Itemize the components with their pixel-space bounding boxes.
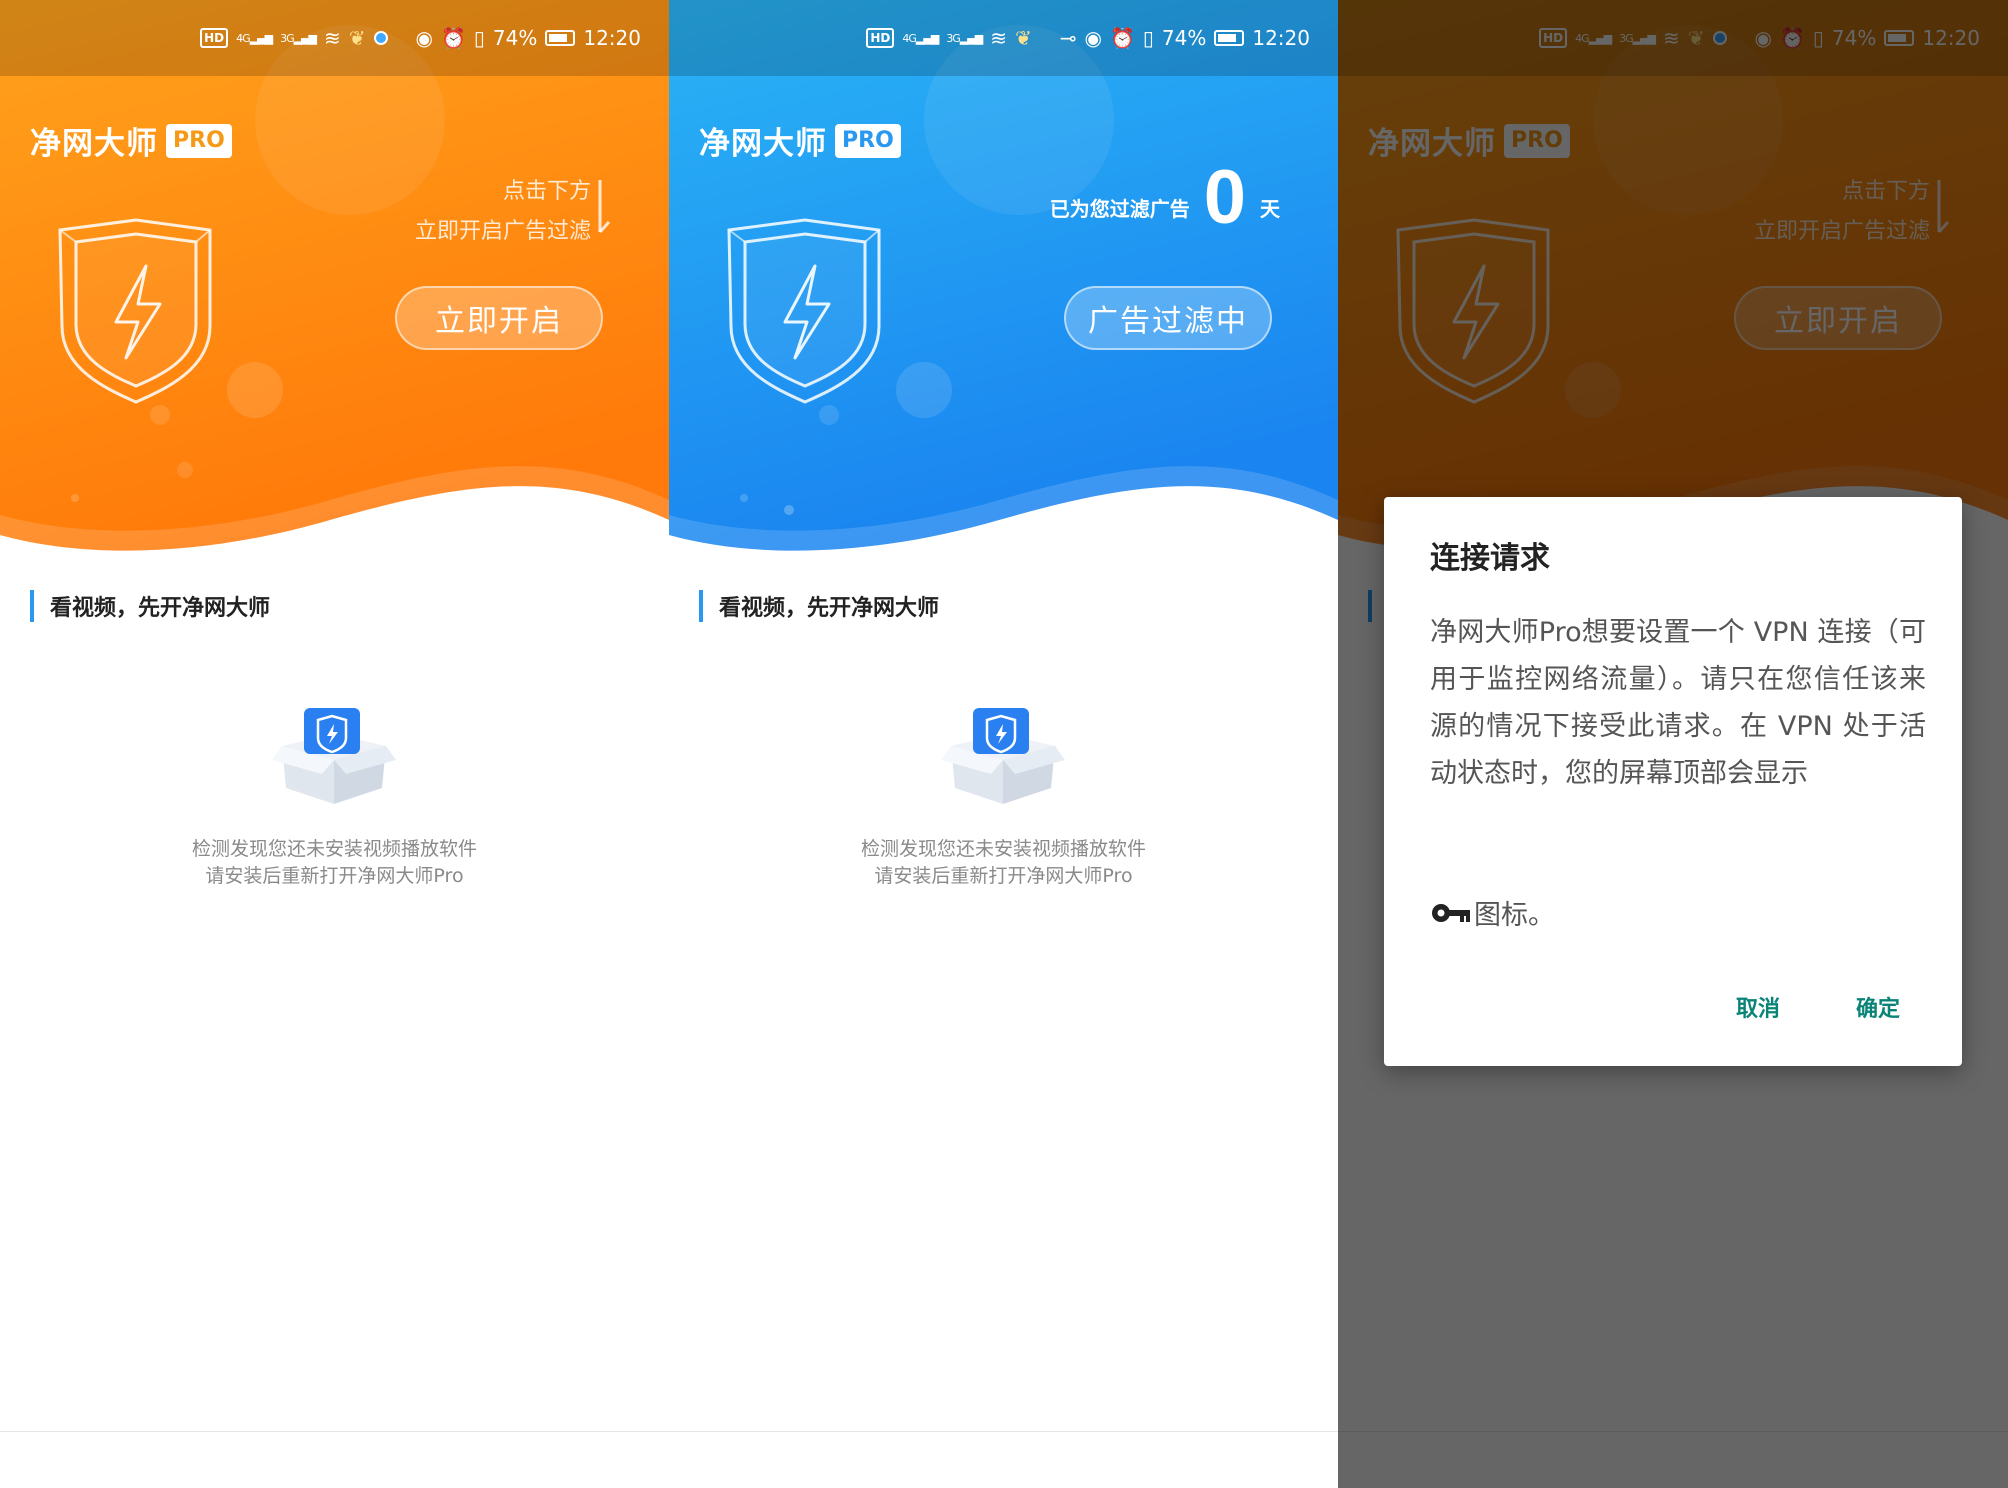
shield-bolt-icon bbox=[58, 218, 212, 404]
box-icon bbox=[941, 708, 1065, 804]
filtered-label: 已为您过滤广告 bbox=[1049, 197, 1190, 221]
clock: 12:20 bbox=[583, 26, 641, 50]
vpn-connection-dialog: 连接请求 净网大师Pro想要设置一个 VPN 连接（可用于监控网络流量）。请只在… bbox=[1384, 497, 1962, 1066]
section-header: 看视频，先开净网大师 bbox=[699, 590, 939, 622]
alarm-icon: ⏰ bbox=[1109, 26, 1135, 50]
empty-line-1: 检测发现您还未安装视频播放软件 bbox=[191, 838, 477, 860]
eye-icon: ◉ bbox=[1084, 26, 1102, 50]
status-bar: HD 4G▂▄▆ 3G▂▄▆ ≋ ❦ ◉ ⏰ ▯ 74% 12:20 bbox=[0, 0, 669, 76]
app-name: 净网大师 bbox=[30, 126, 158, 162]
leaf-icon: ❦ bbox=[348, 26, 366, 50]
pro-badge: PRO bbox=[835, 123, 901, 158]
section-accent-bar bbox=[30, 590, 34, 622]
filtering-button[interactable]: 广告过滤中 bbox=[1064, 286, 1272, 350]
pro-badge: PRO bbox=[166, 123, 232, 158]
section-header: 看视频，先开净网大师 bbox=[30, 590, 270, 622]
dialog-message: 净网大师Pro想要设置一个 VPN 连接（可用于监控网络流量）。请只在您信任该来… bbox=[1430, 617, 1926, 789]
empty-message: 检测发现您还未安装视频播放软件 请安装后重新打开净网大师Pro bbox=[0, 836, 669, 890]
signal-3g-icon: 3G▂▄▆ bbox=[280, 31, 317, 45]
app-title: 净网大师 PRO bbox=[699, 118, 901, 163]
filter-counter: 已为您过滤广告 0 天 bbox=[1050, 160, 1280, 236]
filtered-days: 0 bbox=[1203, 155, 1246, 240]
battery-percent: 74% bbox=[1161, 26, 1207, 50]
enable-now-button[interactable]: 立即开启 bbox=[395, 286, 603, 350]
vibrate-icon: ▯ bbox=[473, 26, 485, 50]
hint-line-1: 点击下方 bbox=[502, 179, 591, 204]
clock: 12:20 bbox=[1252, 26, 1310, 50]
section-title: 看视频，先开净网大师 bbox=[719, 596, 940, 621]
bottom-divider bbox=[669, 1431, 1338, 1432]
bottom-divider bbox=[0, 1431, 669, 1432]
vpn-key-icon: ⊸ bbox=[1059, 26, 1077, 50]
signal-4g-icon: 4G▂▄▆ bbox=[236, 31, 273, 45]
app-title: 净网大师 PRO bbox=[30, 118, 232, 163]
screen-on-state: HD 4G▂▄▆ 3G▂▄▆ ≋ ❦ ⊸ ◉ ⏰ ▯ 74% 12:20 净网大… bbox=[669, 0, 1338, 1488]
ok-button[interactable]: 确定 bbox=[1856, 991, 1900, 1023]
section-title: 看视频，先开净网大师 bbox=[50, 596, 271, 621]
app-name: 净网大师 bbox=[699, 126, 827, 162]
signal-4g-icon: 4G▂▄▆ bbox=[902, 31, 939, 45]
vibrate-icon: ▯ bbox=[1142, 26, 1154, 50]
days-unit: 天 bbox=[1260, 197, 1280, 221]
box-icon bbox=[272, 708, 396, 804]
screen-off-state: HD 4G▂▄▆ 3G▂▄▆ ≋ ❦ ◉ ⏰ ▯ 74% 12:20 净网大师 … bbox=[0, 0, 669, 1488]
section-accent-bar bbox=[699, 590, 703, 622]
key-icon bbox=[1432, 903, 1470, 922]
battery-icon bbox=[545, 30, 576, 46]
battery-percent: 74% bbox=[492, 26, 538, 50]
hd-icon: HD bbox=[866, 28, 895, 48]
cancel-button[interactable]: 取消 bbox=[1736, 991, 1780, 1023]
screen-vpn-request: HD 4G▂▄▆ 3G▂▄▆ ≋ ❦ ◉ ⏰ ▯ 74% 12:20 净网大师 … bbox=[1338, 0, 2008, 1488]
dialog-title: 连接请求 bbox=[1430, 541, 1550, 576]
eye-icon: ◉ bbox=[415, 26, 433, 50]
app-notification-icon bbox=[373, 31, 388, 45]
empty-line-2: 请安装后重新打开净网大师Pro bbox=[874, 865, 1133, 887]
empty-line-2: 请安装后重新打开净网大师Pro bbox=[205, 865, 464, 887]
wifi-icon: ≋ bbox=[990, 26, 1007, 50]
leaf-icon: ❦ bbox=[1015, 26, 1032, 50]
start-hint: 点击下方 立即开启广告过滤 bbox=[415, 172, 591, 252]
arrow-down-icon bbox=[598, 180, 611, 234]
hint-line-2: 立即开启广告过滤 bbox=[414, 219, 591, 244]
battery-icon bbox=[1214, 30, 1245, 46]
alarm-icon: ⏰ bbox=[440, 26, 466, 50]
status-bar: HD 4G▂▄▆ 3G▂▄▆ ≋ ❦ ⊸ ◉ ⏰ ▯ 74% 12:20 bbox=[669, 0, 1338, 76]
empty-line-1: 检测发现您还未安装视频播放软件 bbox=[860, 838, 1146, 860]
wifi-icon: ≋ bbox=[324, 26, 341, 50]
dialog-icon-text: 图标。 bbox=[1474, 900, 1555, 931]
dialog-icon-line: 图标。 bbox=[1430, 893, 1555, 932]
hd-icon: HD bbox=[200, 28, 229, 48]
signal-3g-icon: 3G▂▄▆ bbox=[946, 31, 983, 45]
shield-bolt-icon bbox=[727, 218, 881, 404]
empty-message: 检测发现您还未安装视频播放软件 请安装后重新打开净网大师Pro bbox=[669, 836, 1338, 890]
